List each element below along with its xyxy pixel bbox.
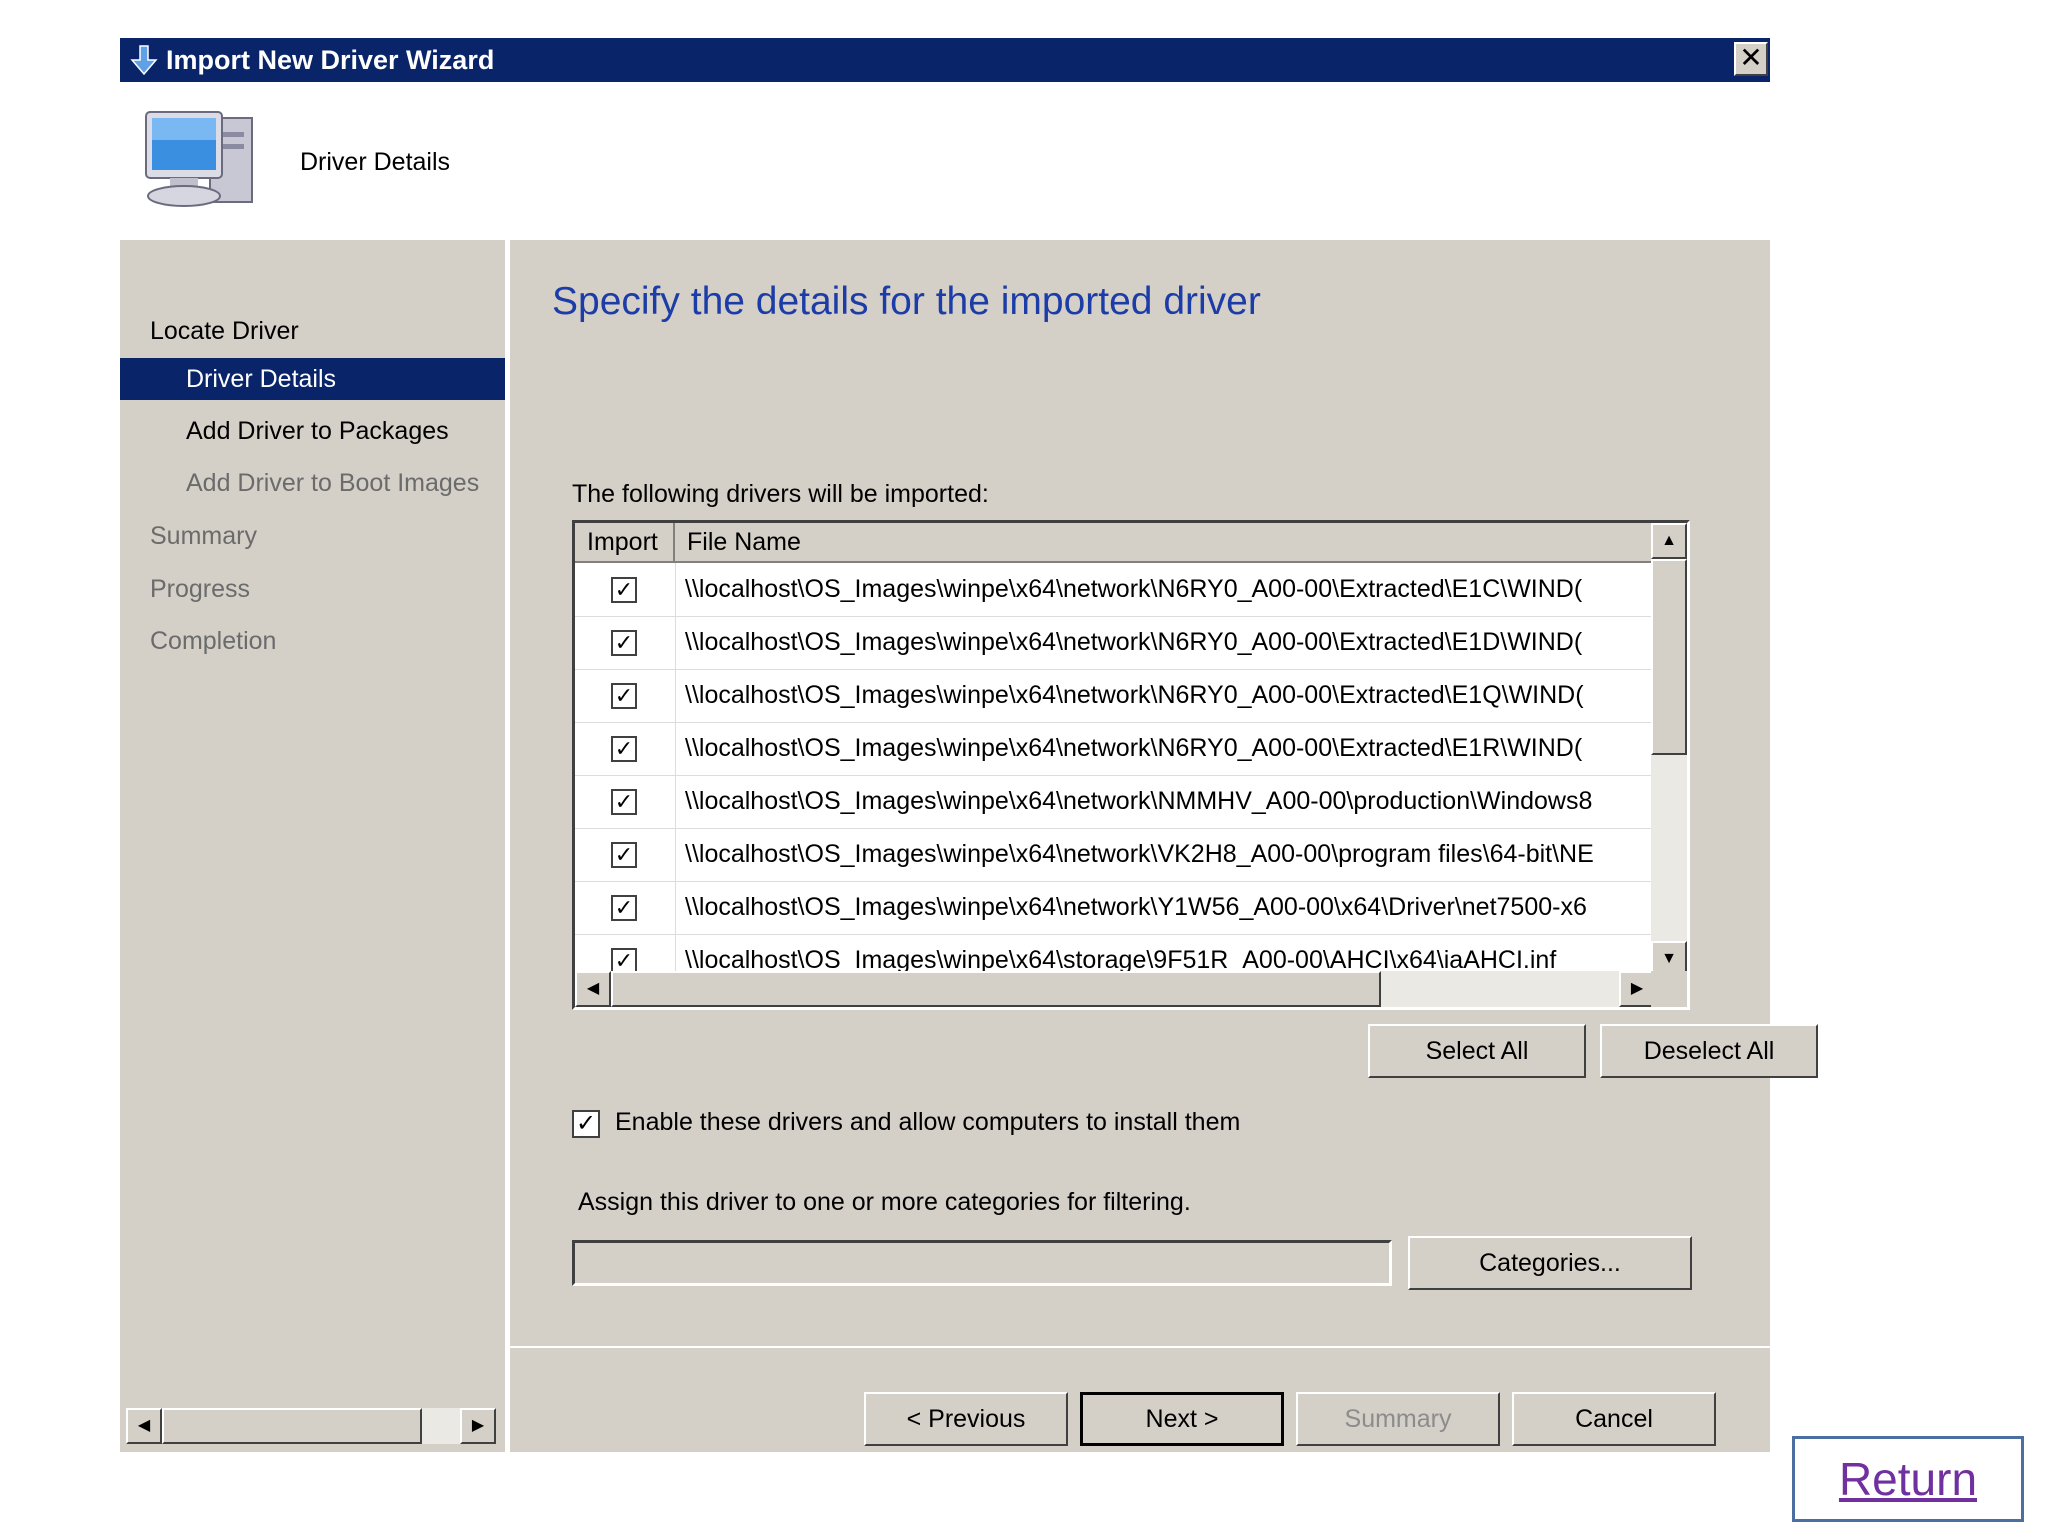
list-header: Import File Name: [575, 523, 1655, 563]
step-summary[interactable]: Summary: [120, 515, 505, 557]
horizontal-scroll-thumb[interactable]: [611, 971, 1381, 1007]
deselect-all-button[interactable]: Deselect All: [1600, 1024, 1818, 1078]
scroll-right-arrow-icon[interactable]: ▶: [1619, 971, 1655, 1007]
sidebar-horizontal-scrollbar[interactable]: ◀ ▶: [126, 1408, 496, 1444]
column-separator: [675, 828, 676, 881]
categories-button[interactable]: Categories...: [1408, 1236, 1692, 1290]
step-driver-details[interactable]: Driver Details: [120, 358, 505, 400]
table-row[interactable]: ✓ \\localhost\OS_Images\winpe\x64\networ…: [575, 881, 1655, 935]
enable-drivers-label[interactable]: Enable these drivers and allow computers…: [615, 1108, 1240, 1137]
scroll-up-arrow-icon[interactable]: ▲: [1651, 523, 1687, 559]
import-checkbox[interactable]: ✓: [611, 683, 637, 709]
enable-drivers-checkbox[interactable]: ✓: [572, 1110, 600, 1138]
return-link[interactable]: Return: [1792, 1436, 2024, 1522]
vertical-scroll-thumb[interactable]: [1651, 559, 1687, 755]
list-vertical-scrollbar[interactable]: ▲ ▼: [1651, 523, 1687, 977]
step-completion[interactable]: Completion: [120, 620, 505, 662]
summary-button[interactable]: Summary: [1296, 1392, 1500, 1446]
file-name-cell: \\localhost\OS_Images\winpe\x64\network\…: [685, 893, 1587, 921]
drivers-listview[interactable]: Import File Name ✓ \\localhost\OS_Images…: [572, 520, 1690, 1010]
scroll-right-arrow-icon[interactable]: ▶: [460, 1408, 496, 1444]
file-name-cell: \\localhost\OS_Images\winpe\x64\network\…: [685, 787, 1593, 815]
import-checkbox[interactable]: ✓: [611, 789, 637, 815]
import-checkbox[interactable]: ✓: [611, 895, 637, 921]
import-checkbox[interactable]: ✓: [611, 577, 637, 603]
scroll-left-arrow-icon[interactable]: ◀: [126, 1408, 162, 1444]
import-checkbox[interactable]: ✓: [611, 630, 637, 656]
file-name-cell: \\localhost\OS_Images\winpe\x64\network\…: [685, 628, 1583, 656]
next-button[interactable]: Next >: [1080, 1392, 1284, 1446]
step-add-driver-to-packages[interactable]: Add Driver to Packages: [120, 410, 505, 452]
cancel-button[interactable]: Cancel: [1512, 1392, 1716, 1446]
wizard-content-panel: Specify the details for the imported dri…: [510, 240, 1818, 1452]
computer-icon: [145, 111, 253, 207]
table-row[interactable]: ✓ \\localhost\OS_Images\winpe\x64\networ…: [575, 722, 1655, 776]
scroll-left-arrow-icon[interactable]: ◀: [575, 971, 611, 1007]
import-driver-wizard-window: Import New Driver Wizard ✕ Driver Detail…: [120, 38, 1818, 1452]
assign-categories-label: Assign this driver to one or more catego…: [578, 1188, 1191, 1216]
column-separator: [675, 669, 676, 722]
page-heading: Specify the details for the imported dri…: [552, 280, 1261, 323]
column-separator: [675, 775, 676, 828]
wizard-steps-sidebar: Locate Driver Driver Details Add Driver …: [120, 240, 505, 1452]
table-row[interactable]: ✓ \\localhost\OS_Images\winpe\x64\networ…: [575, 616, 1655, 670]
list-rows: ✓ \\localhost\OS_Images\winpe\x64\networ…: [575, 563, 1655, 977]
categories-field[interactable]: [572, 1240, 1392, 1286]
column-separator: [675, 722, 676, 775]
title-bar[interactable]: Import New Driver Wizard ✕: [120, 38, 1770, 82]
scrollbar-corner: [1651, 971, 1687, 1007]
table-row[interactable]: ✓ \\localhost\OS_Images\winpe\x64\networ…: [575, 563, 1655, 617]
import-checkbox[interactable]: ✓: [611, 736, 637, 762]
file-name-cell: \\localhost\OS_Images\winpe\x64\network\…: [685, 840, 1594, 868]
column-separator: [675, 881, 676, 934]
list-horizontal-scrollbar[interactable]: ◀ ▶: [575, 971, 1655, 1007]
wizard-arrow-icon: [130, 45, 158, 76]
import-checkbox[interactable]: ✓: [611, 842, 637, 868]
step-add-driver-to-boot-images[interactable]: Add Driver to Boot Images: [120, 462, 505, 504]
column-header-import[interactable]: Import: [575, 523, 675, 563]
table-row[interactable]: ✓ \\localhost\OS_Images\winpe\x64\networ…: [575, 828, 1655, 882]
step-locate-driver[interactable]: Locate Driver: [120, 310, 505, 352]
column-separator: [675, 616, 676, 669]
step-progress[interactable]: Progress: [120, 568, 505, 610]
window-title: Import New Driver Wizard: [166, 45, 495, 75]
file-name-cell: \\localhost\OS_Images\winpe\x64\network\…: [685, 734, 1583, 762]
file-name-cell: \\localhost\OS_Images\winpe\x64\network\…: [685, 575, 1583, 603]
table-row[interactable]: ✓ \\localhost\OS_Images\winpe\x64\networ…: [575, 669, 1655, 723]
previous-button[interactable]: < Previous: [864, 1392, 1068, 1446]
scroll-thumb[interactable]: [162, 1408, 422, 1444]
column-header-file-name[interactable]: File Name: [675, 523, 1655, 563]
select-all-button[interactable]: Select All: [1368, 1024, 1586, 1078]
table-row[interactable]: ✓ \\localhost\OS_Images\winpe\x64\networ…: [575, 775, 1655, 829]
header-step-title: Driver Details: [300, 148, 451, 176]
footer-divider: [510, 1346, 1770, 1348]
file-name-cell: \\localhost\OS_Images\winpe\x64\network\…: [685, 681, 1584, 709]
close-button[interactable]: ✕: [1734, 42, 1768, 76]
column-separator: [675, 563, 676, 616]
drivers-list-label: The following drivers will be imported:: [572, 480, 989, 508]
